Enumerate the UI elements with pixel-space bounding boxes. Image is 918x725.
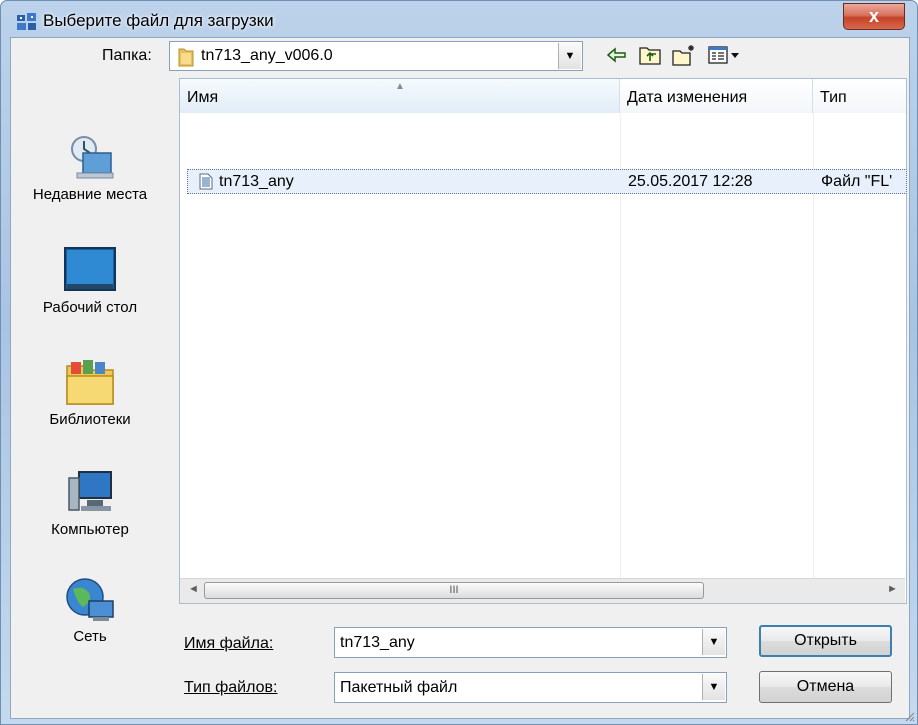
file-name: tn713_any	[219, 173, 294, 190]
recent-places-icon	[71, 136, 114, 179]
place-computer[interactable]: Компьютер	[11, 468, 169, 540]
file-dialog-window: Выберите файл для загрузки x Папка: tn71…	[0, 0, 918, 725]
up-one-level-icon[interactable]	[638, 43, 664, 67]
look-in-label: Папка:	[102, 47, 152, 64]
places-bar: Недавние места Рабочий стол Библиотеки К…	[11, 81, 169, 663]
scroll-left-icon[interactable]: ◄	[188, 583, 199, 595]
open-button-label: Открыть	[794, 632, 857, 649]
file-type-value: Пакетный файл	[340, 679, 458, 696]
scroll-right-icon[interactable]: ►	[887, 583, 898, 595]
scrollbar-thumb[interactable]: III	[204, 582, 704, 599]
close-button[interactable]: x	[843, 3, 905, 30]
cancel-button-label: Отмена	[796, 678, 855, 695]
horizontal-scrollbar[interactable]: ◄ III ►	[180, 578, 905, 603]
file-type-select[interactable]: Пакетный файл ▼	[334, 672, 727, 703]
place-label: Недавние места	[32, 186, 148, 203]
file-type: Файл "FL'	[821, 173, 893, 190]
grip-icon: III	[449, 584, 459, 596]
window-title: Выберите файл для загрузки	[43, 11, 274, 30]
app-icon	[17, 13, 36, 30]
place-label: Сеть	[73, 628, 107, 645]
chevron-down-icon[interactable]: ▼	[558, 43, 581, 69]
look-in-value: tn713_any_v006.0	[201, 47, 333, 64]
folder-icon	[178, 48, 194, 67]
column-header-label: Имя	[187, 89, 219, 106]
open-button[interactable]: Открыть	[759, 625, 892, 657]
libraries-icon	[66, 360, 114, 405]
place-recent[interactable]: Недавние места	[11, 133, 169, 205]
column-header-label: Тип	[820, 89, 847, 106]
file-name-label-text: Имя файла:	[184, 635, 274, 652]
place-label: Рабочий стол	[42, 299, 138, 316]
network-icon	[66, 578, 114, 621]
column-header-name[interactable]: Имя ▲	[180, 79, 620, 113]
look-in-dropdown[interactable]: tn713_any_v006.0 ▼	[169, 41, 583, 71]
back-arrow-icon[interactable]	[604, 43, 630, 67]
place-desktop[interactable]: Рабочий стол	[11, 246, 169, 318]
view-menu-icon[interactable]	[707, 43, 741, 67]
cancel-button[interactable]: Отмена	[759, 671, 892, 703]
place-network[interactable]: Сеть	[11, 575, 169, 647]
column-header-label: Дата изменения	[627, 89, 748, 106]
file-name-input[interactable]: tn713_any ▼	[334, 627, 727, 658]
file-row[interactable]: tn713_any 25.05.2017 12:28 Файл "FL'	[187, 169, 907, 194]
new-folder-icon[interactable]	[671, 43, 697, 67]
chevron-down-icon[interactable]: ▼	[702, 674, 725, 700]
place-label: Компьютер	[51, 521, 129, 538]
file-type-label: Тип файлов:	[184, 679, 277, 697]
file-icon	[199, 173, 213, 190]
file-list[interactable]: Имя ▲ Дата изменения Тип tn713_any 25.05…	[179, 78, 907, 604]
column-header-date[interactable]: Дата изменения	[620, 79, 813, 113]
computer-icon	[68, 471, 112, 511]
close-icon: x	[868, 6, 879, 26]
file-name-label: Имя файла:	[184, 635, 273, 653]
sort-ascending-icon: ▲	[395, 81, 405, 92]
column-header-type[interactable]: Тип	[813, 79, 906, 113]
file-type-label-text: Тип файлов:	[184, 679, 278, 696]
chevron-down-icon[interactable]: ▼	[702, 629, 725, 655]
title-bar[interactable]: Выберите файл для загрузки x	[1, 1, 917, 41]
file-name-value: tn713_any	[340, 634, 415, 651]
place-label: Библиотеки	[49, 411, 131, 428]
resize-grip-icon[interactable]	[903, 710, 915, 722]
desktop-icon	[64, 247, 116, 291]
file-date: 25.05.2017 12:28	[628, 173, 753, 190]
place-libraries[interactable]: Библиотеки	[11, 358, 169, 430]
